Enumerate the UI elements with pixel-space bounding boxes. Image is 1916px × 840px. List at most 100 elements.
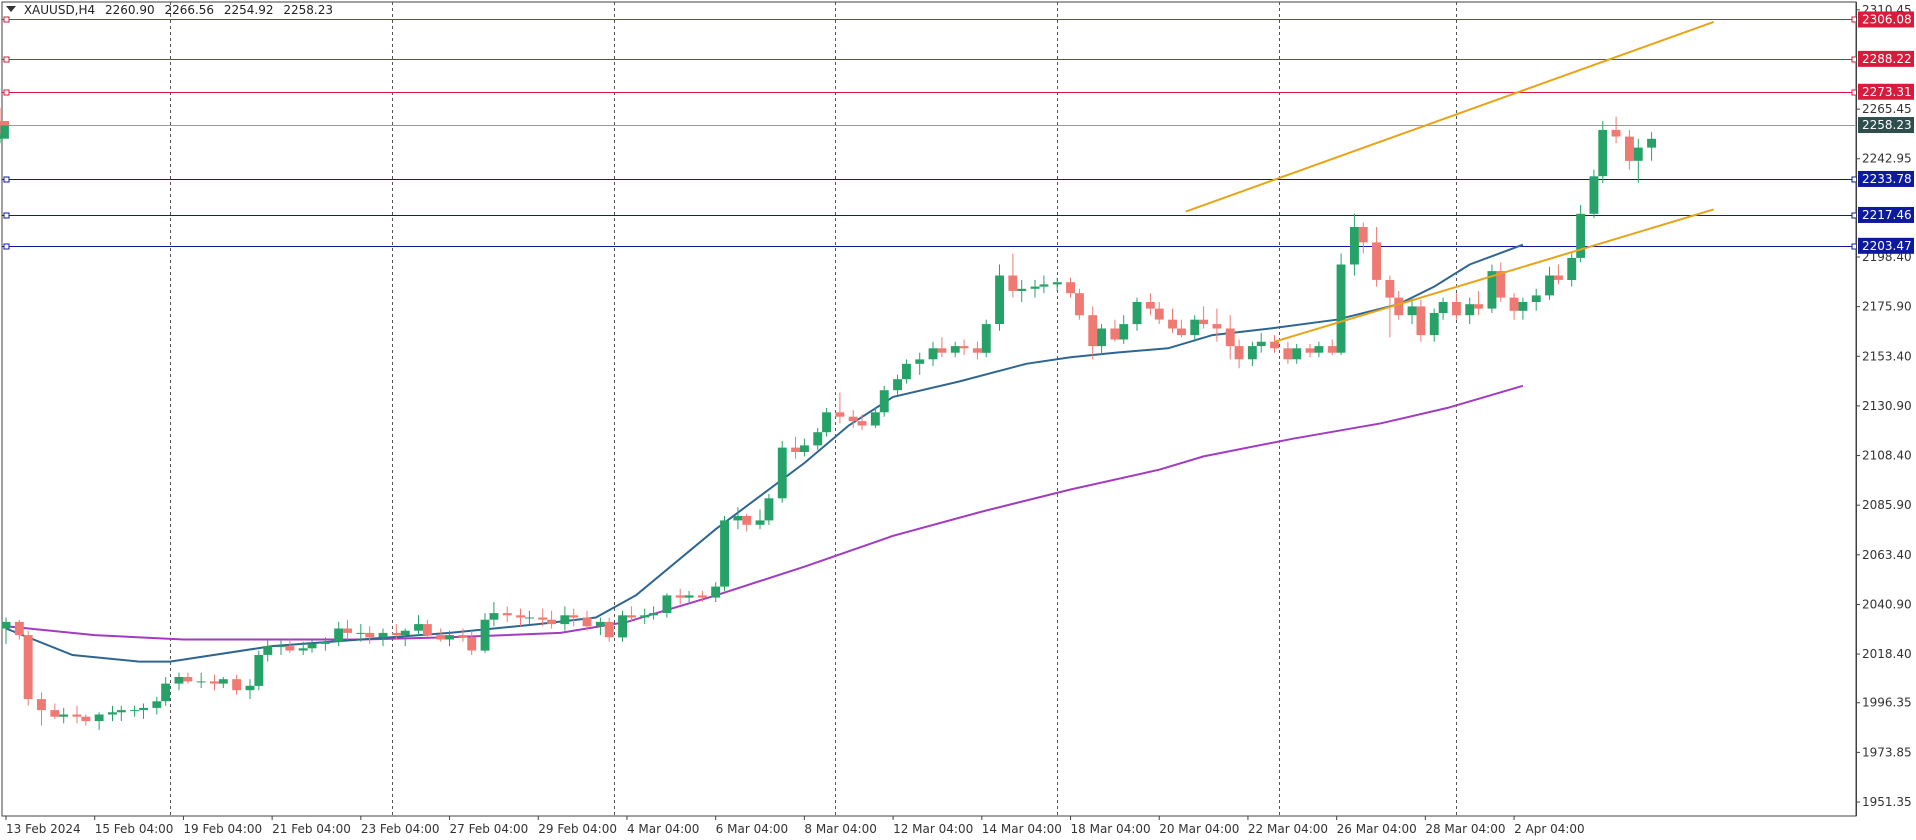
candle-body [218,679,228,684]
low-value: 2254.92 [223,3,274,17]
candle-body [937,348,947,353]
x-tick-label: 27 Feb 04:00 [450,822,529,836]
candle-body [489,613,499,620]
candle-body [800,445,809,452]
candle-body [14,621,24,636]
x-tick-label: 19 Feb 04:00 [183,822,262,836]
open-value: 2260.90 [104,3,155,17]
candle-body [458,635,468,638]
candle-body [378,632,388,638]
candle-body [1647,138,1656,148]
candle-body [307,643,317,649]
candle [1589,169,1599,219]
level-handle [3,16,10,23]
candle-body [196,681,206,683]
candle-body [560,615,570,625]
y-tick-label: 2063.40 [1862,548,1912,562]
candle-body [1030,286,1040,289]
candle-body [343,628,352,633]
candle-body [1270,341,1279,349]
candle-body [1008,275,1018,291]
candle-body [649,613,658,616]
candle-body [1247,346,1257,360]
candle-body [1256,341,1266,347]
candle-body [662,595,672,613]
candle-body [1177,328,1186,336]
candle-body [1017,288,1027,291]
candle-body [1066,282,1075,294]
y-tick-label: 2175.90 [1862,300,1912,314]
candle-body [365,632,375,638]
plot-frame [1,1,1857,817]
level-tag-label: 2306.08 [1862,12,1912,26]
candle-body [959,346,969,349]
y-tick-label: 1973.85 [1862,745,1912,759]
candle-body [915,359,925,364]
candle-body [50,710,60,717]
y-tick-label: 1951.35 [1862,795,1912,809]
candle-body [1075,293,1084,316]
price-chart[interactable]: 2310.452265.452242.952198.402175.902153.… [0,0,1916,840]
candle-body [595,621,605,627]
candle-body [720,520,729,587]
candle-body [870,412,880,426]
candle-body [995,275,1004,324]
candle-body [1225,328,1235,347]
y-tick-label: 2242.95 [1862,152,1912,166]
candle-body [1554,275,1563,280]
candle-body [108,712,117,715]
candle-body [254,655,264,686]
candle-body [183,677,193,682]
candle-body [516,615,525,618]
candle-body [675,595,685,598]
candle-body [1119,324,1129,340]
candle-body [950,346,960,353]
level-tag-label: 2203.47 [1862,239,1912,253]
candle-body [1305,348,1315,353]
candle-body [174,677,184,684]
candle-body [37,699,46,711]
x-tick-label: 23 Feb 04:00 [361,822,440,836]
candle-body [1110,328,1120,340]
candle-body [210,681,219,684]
candle [1075,288,1084,320]
candle-body [1372,242,1381,280]
x-tick-label: 22 Mar 04:00 [1248,822,1328,836]
candle-body [711,586,721,598]
candle-body [547,619,556,625]
dropdown-triangle-icon[interactable] [6,6,16,12]
level-tag-label: 2217.46 [1862,208,1912,222]
y-tick-label: 1996.35 [1862,696,1912,710]
candle-body [538,617,548,620]
candle-body [1097,328,1106,347]
candle-body [618,615,627,638]
candle [1598,121,1608,183]
candle-body [1145,302,1155,309]
candle-body [298,648,308,651]
level-tag-label: 2288.22 [1862,52,1912,66]
y-tick-label: 2153.40 [1862,349,1912,363]
candle-body [764,498,774,521]
candle-body [23,635,33,700]
candle-body [1465,304,1475,316]
candle-body [981,324,991,353]
chart-header: XAUUSD,H4 2260.90 2266.56 2254.92 2258.2… [6,3,339,17]
x-tick-label: 14 Mar 04:00 [982,822,1062,836]
x-tick-label: 6 Mar 04:00 [716,822,789,836]
candle-body [245,685,255,691]
candle-body [813,432,823,446]
candle-body [502,613,512,616]
x-tick-label: 13 Feb 2024 [6,822,81,836]
candle-body [604,621,614,638]
x-tick-label: 4 Mar 04:00 [627,822,700,836]
candle-body [835,412,845,417]
y-tick-label: 2108.40 [1862,449,1912,463]
candle-body [467,637,477,651]
candle-body [1416,306,1426,336]
candle-body [480,619,490,651]
candle-body [72,714,82,717]
level-tag-label: 2273.31 [1862,85,1912,99]
y-tick-label: 2130.90 [1862,399,1912,413]
candle [618,610,627,642]
candle-body [1314,346,1324,353]
